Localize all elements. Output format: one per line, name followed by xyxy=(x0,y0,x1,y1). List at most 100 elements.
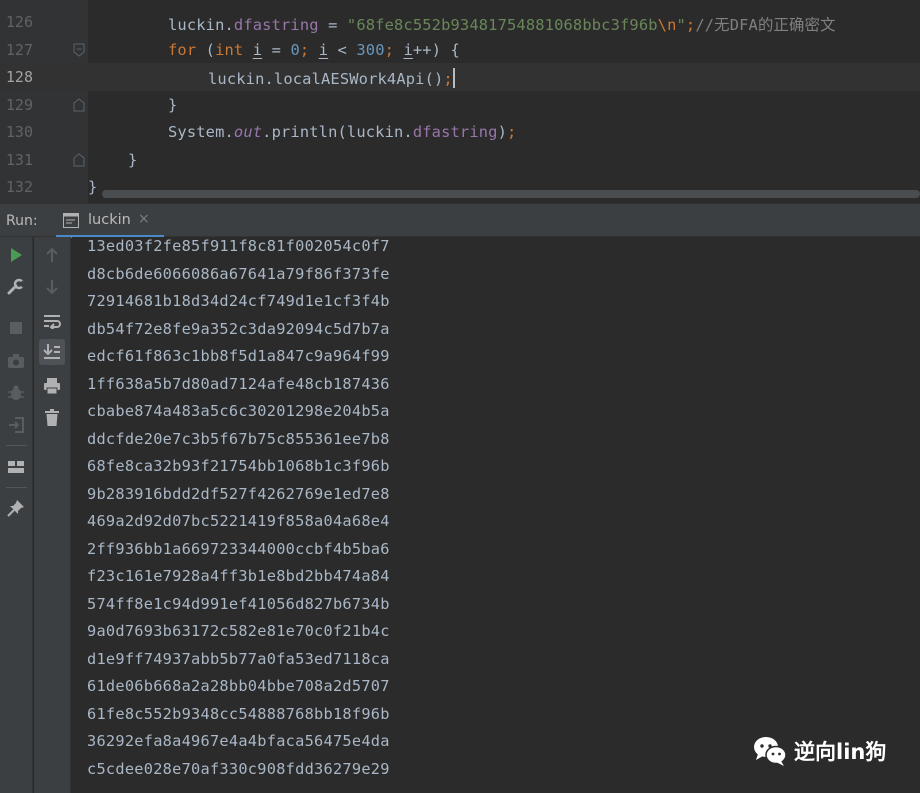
console-line: 13ed03f2fe85f911f8c81f002054c0f7 xyxy=(87,237,390,255)
code-token: System. xyxy=(168,123,234,141)
line-number: 126 xyxy=(5,13,33,31)
code-token: dfastring xyxy=(412,123,498,141)
print-button[interactable] xyxy=(39,373,65,399)
code-text[interactable]: } xyxy=(168,96,177,114)
code-text[interactable]: luckin.dfastring = "68fe8c552b9348175488… xyxy=(168,13,836,35)
code-token: ; xyxy=(443,70,453,88)
console-line: cbabe874a483a5c6c30201298e204b5a xyxy=(87,402,390,420)
code-token: \n xyxy=(657,16,677,34)
code-token: luckin xyxy=(168,16,225,34)
debug-button[interactable] xyxy=(3,380,29,406)
code-line-130[interactable]: 130 System.out.println(luckin.dfastring)… xyxy=(0,118,920,146)
code-token: dfastring xyxy=(233,16,319,34)
clear-all-button[interactable] xyxy=(39,405,65,431)
wrench-icon xyxy=(7,278,25,295)
arrow-up-icon xyxy=(46,247,58,262)
previous-occurrence-button[interactable] xyxy=(39,242,65,268)
code-line-127[interactable]: 127 for (int i = 0; i < 300; i++) { xyxy=(0,36,920,64)
code-token: i xyxy=(318,41,329,59)
console-line: d8cb6de6066086a67641a79f86f373fe xyxy=(87,264,390,283)
code-token: ++) { xyxy=(412,41,460,59)
toolbar-separator xyxy=(6,487,27,488)
code-token: ( xyxy=(196,41,216,59)
code-token: ; xyxy=(299,41,319,59)
pin-tab-button[interactable] xyxy=(3,495,29,521)
layout-button[interactable] xyxy=(3,454,29,480)
line-number: 132 xyxy=(5,178,33,196)
wechat-icon xyxy=(754,737,787,766)
code-token: luckin.localAESWork4Api() xyxy=(208,70,444,88)
camera-icon xyxy=(8,354,24,368)
code-token: 0 xyxy=(290,41,300,59)
code-token: i xyxy=(403,41,413,59)
stop-icon xyxy=(10,322,22,334)
code-token: ; xyxy=(384,41,404,59)
console-tab-icon xyxy=(63,213,79,228)
run-toolbar-secondary xyxy=(34,237,71,793)
console-line: db54f72e8fe9a352c3da92094c5d7b7a xyxy=(87,319,390,338)
console-line: 574ff8e1c94d991ef41056d827b6734b xyxy=(87,594,390,613)
code-token: " xyxy=(676,16,686,34)
code-line-129[interactable]: 129 } xyxy=(0,91,920,119)
code-token: = xyxy=(318,16,347,34)
tab-label: luckin xyxy=(88,212,131,228)
rerun-button[interactable] xyxy=(3,242,29,268)
line-number: 131 xyxy=(5,151,33,169)
rerun-icon xyxy=(11,248,22,262)
code-text[interactable]: System.out.println(luckin.dfastring); xyxy=(168,123,516,141)
line-number: 128 xyxy=(5,68,33,86)
code-text[interactable]: } xyxy=(128,151,137,169)
close-icon[interactable]: × xyxy=(138,211,150,227)
code-text[interactable]: luckin.localAESWork4Api(); xyxy=(208,68,455,88)
code-token: out xyxy=(233,123,263,141)
console-line: 2ff936bb1a669723344000ccbf4b5ba6 xyxy=(87,539,390,558)
layout-icon xyxy=(8,461,24,473)
dump-threads-button[interactable] xyxy=(3,348,29,374)
code-text[interactable]: for (int i = 0; i < 300; i++) { xyxy=(168,41,460,59)
restore-layout-button[interactable] xyxy=(3,412,29,438)
scroll-to-end-icon xyxy=(43,344,60,359)
run-tool-header: Run: luckin × xyxy=(0,203,920,238)
fold-marker-icon[interactable] xyxy=(73,43,85,57)
horizontal-scrollbar[interactable] xyxy=(102,190,920,198)
fold-marker-icon[interactable] xyxy=(73,98,85,112)
tab-luckin[interactable]: luckin × xyxy=(56,204,164,238)
code-line-128[interactable]: 128 luckin.localAESWork4Api(); xyxy=(0,63,920,91)
code-token: ; xyxy=(507,123,517,141)
line-number: 129 xyxy=(5,96,33,114)
console-output[interactable]: 13ed03f2fe85f911f8c81f002054c0f7 d8cb6de6… xyxy=(72,237,920,793)
code-text[interactable]: } xyxy=(88,178,97,196)
soft-wrap-icon xyxy=(44,315,61,329)
code-token: int xyxy=(215,41,244,59)
line-number: 127 xyxy=(5,41,33,59)
stop-button[interactable] xyxy=(3,315,29,341)
arrow-down-icon xyxy=(46,280,58,295)
scroll-to-end-button[interactable] xyxy=(39,339,65,365)
watermark-text: 逆向lin狗 xyxy=(794,740,887,764)
code-token: i xyxy=(252,41,263,59)
code-token: < xyxy=(328,41,357,59)
console-line: 9a0d7693b63172c582e81e70c0f21b4c xyxy=(87,622,390,640)
code-token: ; xyxy=(685,16,696,34)
console-line: 61de06b668a2a28bb04bbe708a2d5707 xyxy=(87,677,390,695)
code-line-131[interactable]: 131 } xyxy=(0,146,920,174)
console-line: 469a2d92d07bc5221419f858a04a68e4 xyxy=(87,512,390,530)
pin-icon xyxy=(7,500,24,517)
console-line: 1ff638a5b7d80ad7124afe48cb187436 xyxy=(87,374,390,393)
bug-icon xyxy=(8,385,24,400)
settings-button[interactable] xyxy=(3,274,29,300)
console-line: 72914681b18d34d24cf749d1e1cf3f4b xyxy=(87,292,390,310)
run-toolbar-primary xyxy=(0,237,33,793)
next-occurrence-button[interactable] xyxy=(39,274,65,300)
login-icon xyxy=(9,417,24,433)
soft-wrap-button[interactable] xyxy=(39,308,65,334)
code-line-126[interactable]: 126 luckin.dfastring = "68fe8c552b934817… xyxy=(0,8,920,36)
code-token: .println(luckin. xyxy=(262,123,413,141)
code-token: "68fe8c552b93481754881068bbc3f96b xyxy=(346,16,658,34)
fold-marker-icon[interactable] xyxy=(73,153,85,167)
trash-icon xyxy=(45,409,59,426)
code-editor[interactable]: 126 luckin.dfastring = "68fe8c552b934817… xyxy=(0,0,920,203)
console-line: f23c161e7928a4ff3b1e8bd2bb474a84 xyxy=(87,567,390,585)
console-line: edcf61f863c1bb8f5d1a847c9a964f99 xyxy=(87,347,390,365)
console-line: d1e9ff74937abb5b77a0fa53ed7118ca xyxy=(87,649,390,668)
